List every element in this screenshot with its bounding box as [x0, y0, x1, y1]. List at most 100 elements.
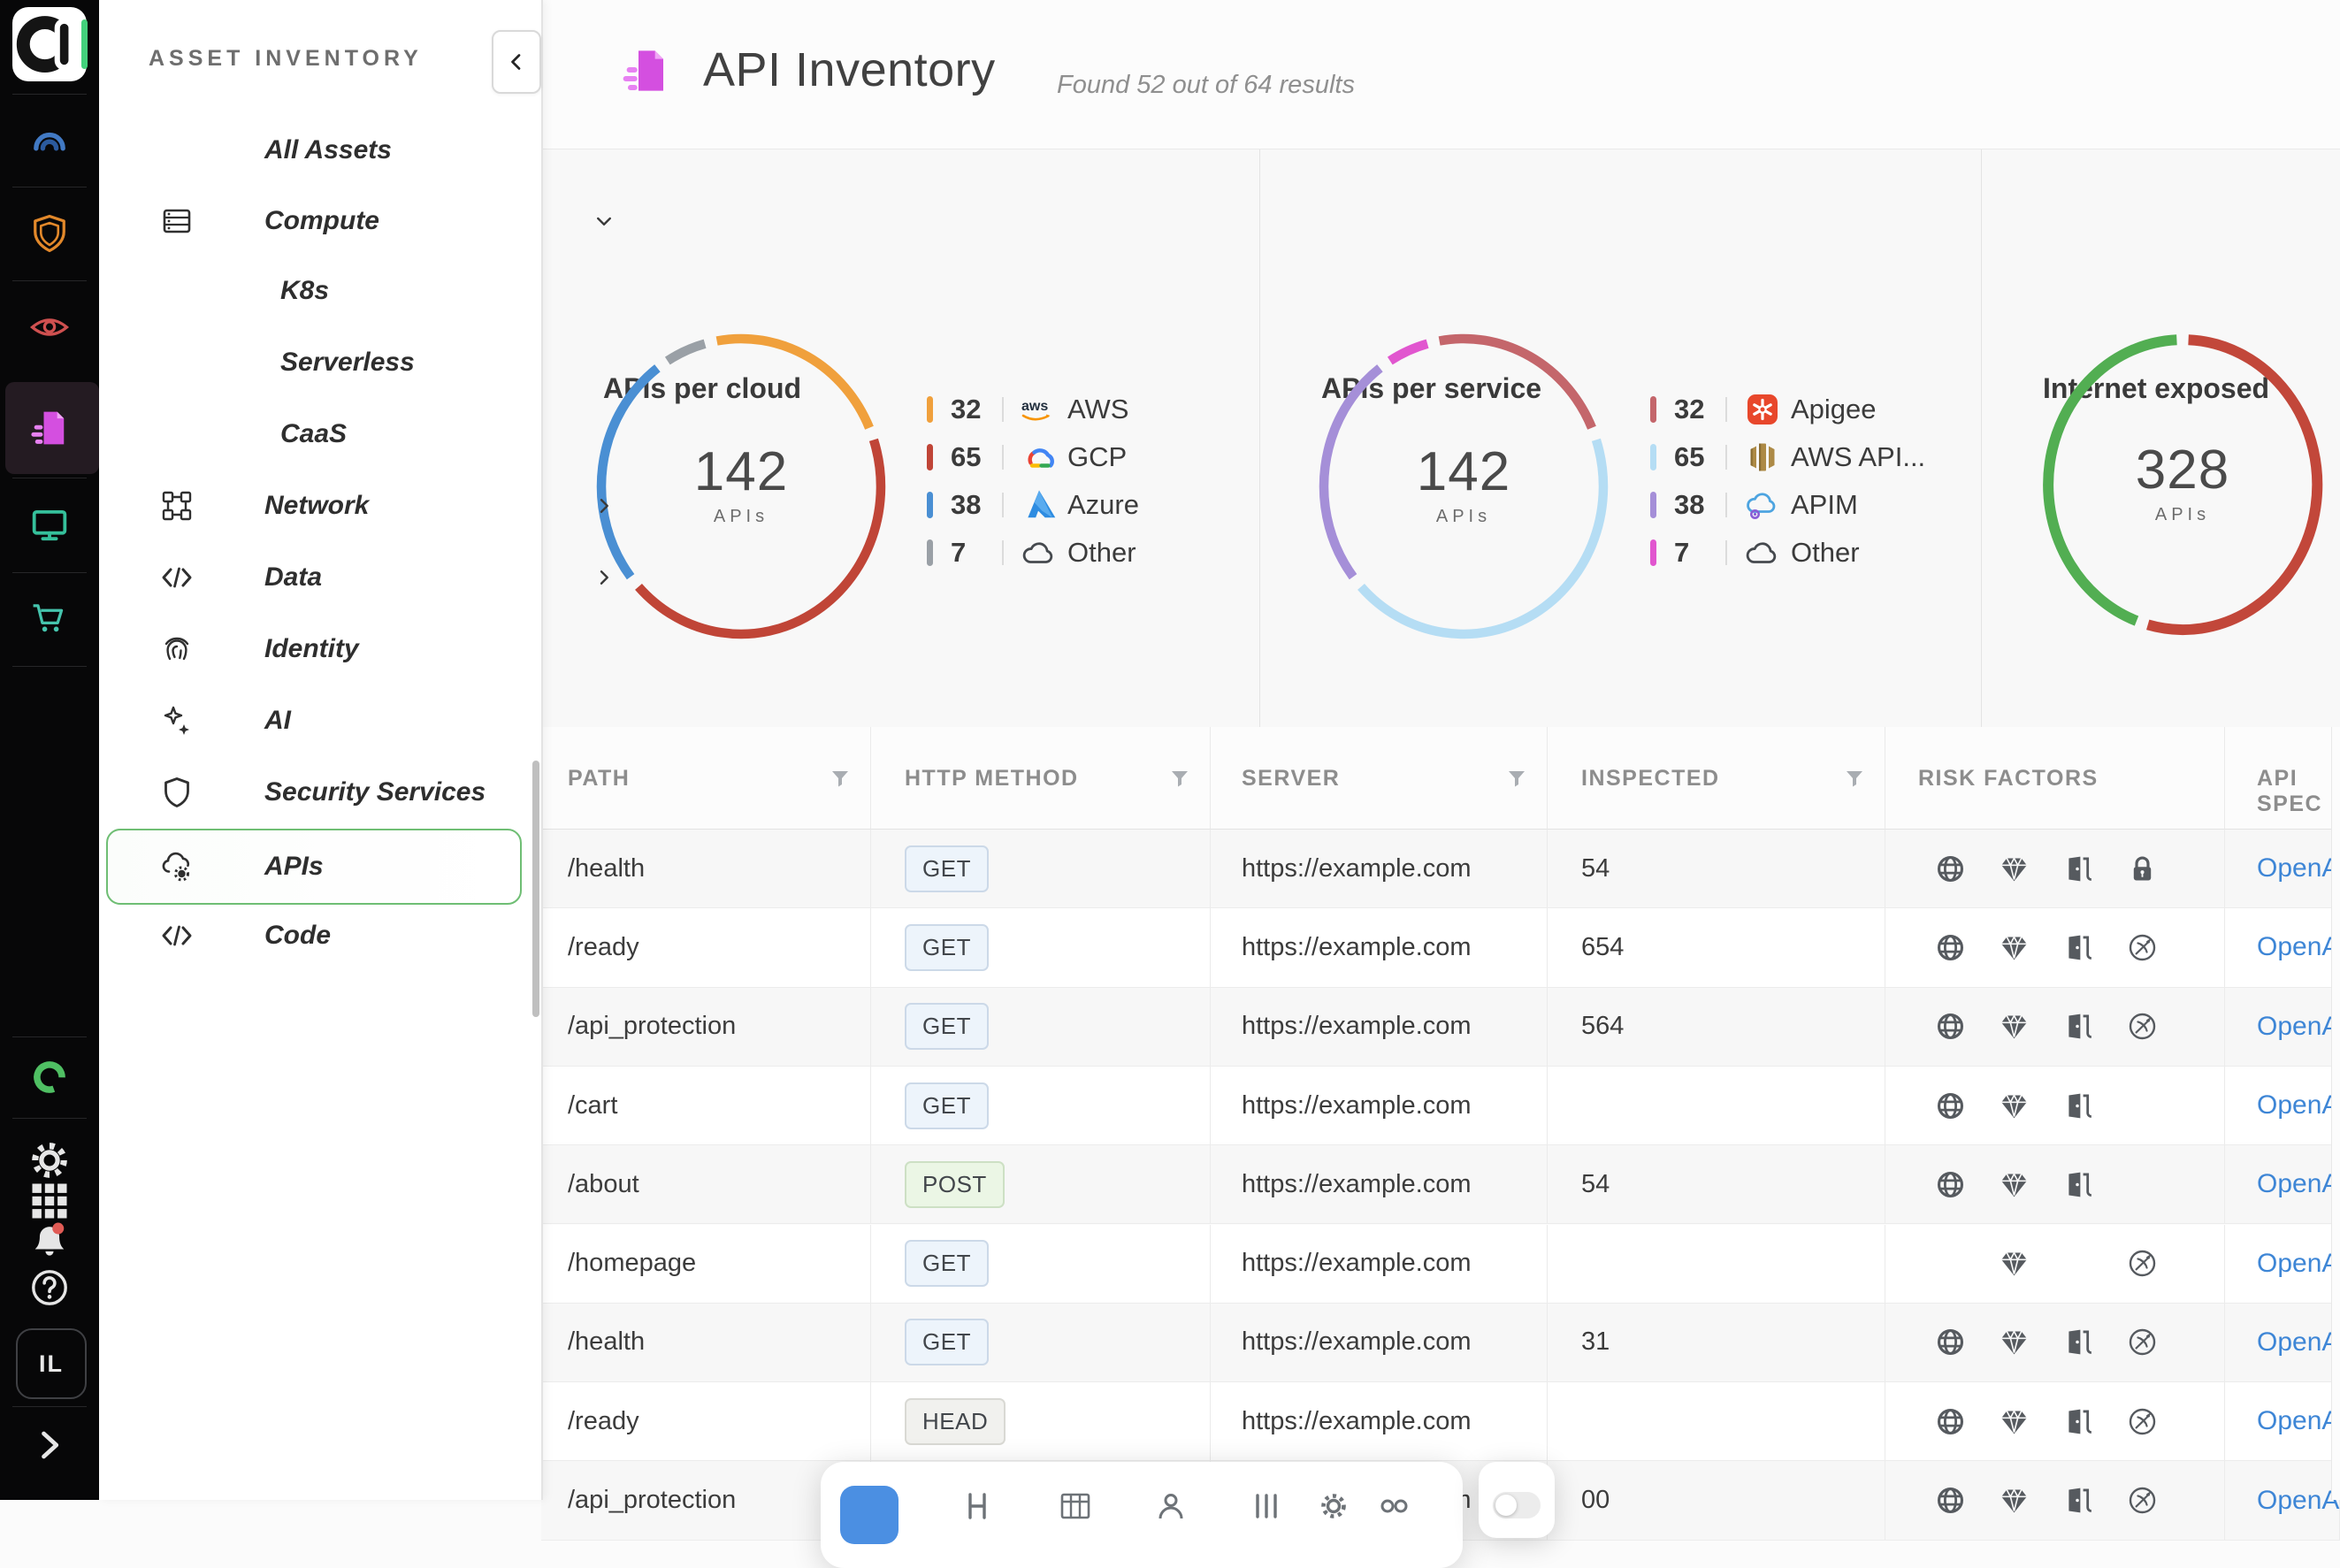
donut-segment-aws	[717, 339, 869, 428]
openapi-link[interactable]: OpenAPI	[2257, 1012, 2340, 1042]
rail-item-api-inventory[interactable]	[0, 396, 99, 460]
rail-expand-button[interactable]	[0, 1413, 99, 1477]
rail-item-detection[interactable]	[0, 295, 99, 359]
legend-item-apigee[interactable]: 32Apigee	[1650, 390, 1877, 429]
legend-divider	[1725, 397, 1727, 422]
selection-count-button[interactable]	[840, 1486, 899, 1544]
filter-icon[interactable]	[1169, 768, 1190, 789]
cell-http-method: GET	[871, 908, 1211, 987]
legend-value: 32	[951, 394, 1002, 425]
legend-item-azure[interactable]: 38Azure	[927, 486, 1139, 524]
column-header-server[interactable]: SERVER	[1211, 727, 1548, 830]
legend-color-tick	[1650, 396, 1656, 423]
column-header-http-method[interactable]: HTTP METHOD	[871, 727, 1211, 830]
cell-http-method: GET	[871, 1225, 1211, 1304]
table-row[interactable]: /aboutPOSThttps://example.com54OpenAPI	[541, 1145, 2340, 1224]
rail-item-cloud-security[interactable]	[0, 202, 99, 265]
donut-segment-other	[668, 344, 705, 361]
rail-item-dashboard[interactable]	[0, 108, 99, 172]
view-toggle-card	[1479, 1462, 1555, 1538]
legend-color-tick	[927, 492, 933, 518]
openapi-link[interactable]: OpenAPI	[2257, 1169, 2340, 1199]
path-value: /homepage	[568, 1249, 696, 1278]
table-row[interactable]: /api_protectionGEThttps://example.com564…	[541, 988, 2340, 1067]
sidebar-item-caas[interactable]: CaaS	[99, 399, 541, 470]
column-header-path[interactable]: PATH	[541, 727, 871, 830]
circles-icon[interactable]	[1376, 1488, 1411, 1524]
sidebar-item-apis[interactable]: APIs	[106, 829, 522, 905]
table-icon[interactable]	[1058, 1488, 1093, 1524]
openapi-link[interactable]: OpenAPI	[2257, 1406, 2340, 1436]
sidebar-item-all-assets[interactable]: All Assets	[99, 115, 541, 186]
table-row[interactable]: /cartGEThttps://example.comOpenAPI	[541, 1067, 2340, 1145]
sidebar-collapse-button[interactable]	[492, 30, 541, 94]
aws-icon	[1020, 392, 1059, 427]
gear-icon[interactable]	[1316, 1488, 1351, 1524]
sidebar-item-security-services[interactable]: Security Services	[99, 757, 541, 828]
globe-icon	[1918, 1168, 1983, 1201]
table-row[interactable]: /readyGEThttps://example.com654OpenAPI	[541, 908, 2340, 987]
text-icon[interactable]	[962, 1488, 998, 1524]
legend-item-gcp[interactable]: 65GCP	[927, 438, 1127, 477]
rail-item-help[interactable]	[0, 1256, 99, 1319]
legend-value: 38	[951, 489, 1002, 521]
server-value: https://example.com	[1242, 1327, 1472, 1357]
filter-icon[interactable]	[1506, 768, 1527, 789]
sidebar-item-serverless[interactable]: Serverless	[99, 327, 541, 398]
table-row[interactable]: /healthGEThttps://example.com31OpenAPI	[541, 1304, 2340, 1382]
eye-icon	[27, 304, 73, 350]
column-header-api-spec[interactable]: API SPEC	[2225, 727, 2340, 830]
gem-icon	[1983, 853, 2047, 885]
server-value: https://example.com	[1242, 1012, 1472, 1041]
sidebar-item-identity[interactable]: Identity	[99, 614, 541, 685]
sidebar-item-compute[interactable]: Compute	[99, 186, 541, 256]
sidebar-item-code[interactable]: Code	[99, 900, 541, 971]
donut-center-label: APIs	[2085, 505, 2280, 525]
cloud-icon	[1743, 535, 1782, 570]
person-icon[interactable]	[1153, 1488, 1189, 1524]
legend-item-apim[interactable]: 38APIM	[1650, 486, 1858, 524]
openapi-link[interactable]: OpenAPI	[2257, 1249, 2340, 1279]
filter-icon[interactable]	[1844, 768, 1865, 789]
api-doc-icon	[27, 405, 73, 451]
openapi-link[interactable]: OpenAPI	[2257, 932, 2340, 962]
openapi-link[interactable]: OpenAPI	[2257, 1327, 2340, 1358]
sidebar-item-k8s[interactable]: K8s	[99, 256, 541, 326]
openapi-link[interactable]: OpenAPI	[2257, 853, 2340, 883]
globe-icon	[1918, 1405, 1983, 1438]
column-header-risk-factors[interactable]: RISK FACTORS	[1885, 727, 2225, 830]
rail-item-supply-chain[interactable]	[0, 587, 99, 651]
table-row[interactable]: /healthGEThttps://example.com54OpenAPI	[541, 830, 2340, 908]
table-row[interactable]: /readyHEADhttps://example.comOpenAPI	[541, 1382, 2340, 1461]
legend-value: 38	[1674, 489, 1725, 521]
api-doc-pink-icon	[617, 39, 674, 103]
view-toggle[interactable]	[1493, 1492, 1541, 1518]
legend-item-aws-api-[interactable]: 65AWS API...	[1650, 438, 1925, 477]
filter-icon[interactable]	[830, 768, 851, 789]
openapi-link[interactable]: OpenAPI	[2257, 1090, 2340, 1121]
sidebar-item-network[interactable]: Network	[99, 470, 541, 541]
column-header-label: API SPEC	[2257, 766, 2339, 817]
cell-api-spec: OpenAPI	[2225, 1067, 2340, 1145]
company-logo[interactable]	[12, 7, 87, 81]
toggle-knob	[1495, 1495, 1517, 1516]
chevron-right-icon	[591, 493, 617, 519]
sidebar-item-ai[interactable]: AI	[99, 685, 541, 756]
inspected-value: 00	[1581, 1486, 1610, 1515]
columns-icon[interactable]	[1249, 1488, 1284, 1524]
legend-item-other[interactable]: 7Other	[927, 533, 1136, 572]
sidebar-item-label: AI	[264, 706, 291, 736]
cell-inspected: 564	[1548, 988, 1885, 1067]
legend-item-aws[interactable]: 32AWS	[927, 390, 1128, 429]
rail-item-endpoints[interactable]	[0, 493, 99, 557]
column-header-inspected[interactable]: INSPECTED	[1548, 727, 1885, 830]
table-row[interactable]: /homepageGEThttps://example.comOpenAPI	[541, 1225, 2340, 1304]
legend-value: 65	[951, 441, 1002, 473]
sidebar-scrollbar-thumb[interactable]	[532, 761, 539, 1017]
cell-path: /ready	[541, 1382, 871, 1461]
legend-item-other[interactable]: 7Other	[1650, 533, 1860, 572]
openapi-link[interactable]: OpenAPI	[2257, 1486, 2340, 1516]
sidebar-item-data[interactable]: Data	[99, 542, 541, 613]
rail-item-platform[interactable]	[0, 1045, 99, 1109]
avatar[interactable]: IL	[16, 1328, 87, 1399]
